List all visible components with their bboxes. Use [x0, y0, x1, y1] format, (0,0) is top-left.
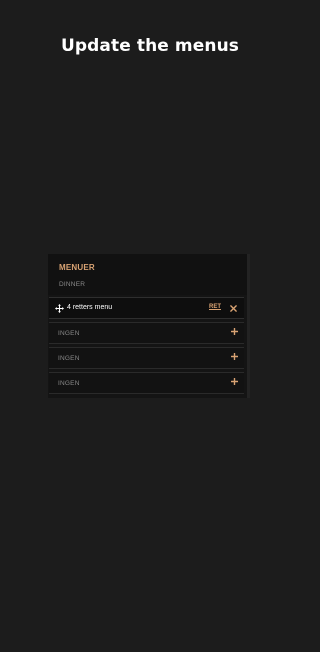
menu-slot-row[interactable]: INGEN: [49, 372, 244, 394]
menu-slot-label: INGEN: [58, 355, 80, 362]
plus-icon[interactable]: [231, 378, 238, 385]
menus-panel: MENUER DINNER 4 retters menu RET INGEN I…: [48, 254, 250, 398]
active-menu-item[interactable]: 4 retters menu RET: [49, 297, 244, 319]
edit-link[interactable]: RET: [209, 304, 221, 310]
plus-icon[interactable]: [231, 353, 238, 360]
menu-slot-label: INGEN: [58, 330, 80, 337]
move-icon[interactable]: [55, 304, 64, 313]
active-menu-item-label: 4 retters menu: [67, 304, 113, 311]
menu-slot-row[interactable]: INGEN: [49, 322, 244, 344]
panel-title: MENUER: [59, 263, 95, 272]
panel-header: MENUER DINNER: [48, 254, 247, 295]
menu-slot-row[interactable]: INGEN: [49, 347, 244, 369]
plus-icon[interactable]: [231, 328, 238, 335]
menu-slot-label: INGEN: [58, 380, 80, 387]
close-icon[interactable]: [230, 305, 237, 312]
page-title: Update the menus: [60, 36, 240, 56]
panel-subtitle: DINNER: [59, 281, 86, 288]
